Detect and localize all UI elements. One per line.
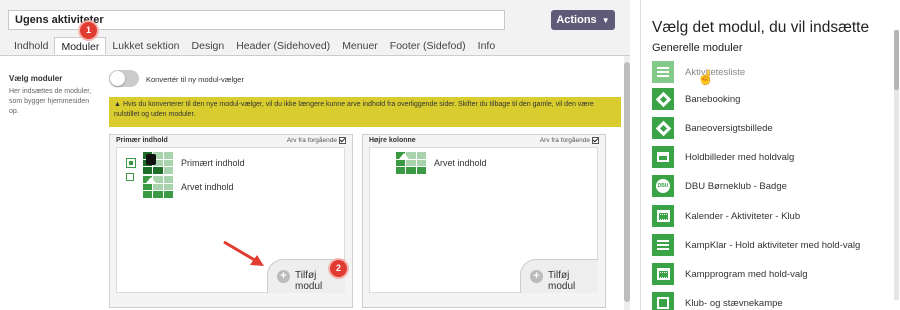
dbu-badge-icon: DBU <box>652 175 674 197</box>
module-option-klub-staevnekampe[interactable]: Klub- og stævnekampe <box>652 292 783 310</box>
module-option-label: Aktivitetesliste <box>685 66 746 78</box>
module-editor: Ugens aktiviteter Actions ▼ Indhold Modu… <box>0 0 630 310</box>
warning-icon: ▲ <box>114 101 121 108</box>
add-module-button[interactable]: + Tilføj modul <box>520 259 598 293</box>
warning-banner: ▲ Hvis du konverterer til den nye modul-v… <box>109 97 621 127</box>
calendar-icon <box>652 205 674 227</box>
column-title: Primær indhold <box>116 137 168 144</box>
tab-design[interactable]: Design <box>186 37 231 55</box>
module-inherited-content[interactable]: Arvet indhold <box>143 176 234 198</box>
list-icon <box>652 234 674 256</box>
module-option-label: Kampprogram med hold-valg <box>685 268 808 280</box>
editor-scroll-thumb[interactable] <box>624 62 630 302</box>
module-option-label: Banebooking <box>685 93 741 105</box>
panel-title: Vælg det modul, du vil indsætte <box>652 19 870 36</box>
calendar-icon <box>652 292 674 310</box>
panel-scroll-thumb[interactable] <box>894 30 899 90</box>
module-option-label: Baneoversigtsbillede <box>685 122 773 134</box>
step-badge-2: 2 <box>330 260 347 277</box>
actions-button[interactable]: Actions ▼ <box>551 10 615 30</box>
caret-down-icon: ▼ <box>601 16 610 25</box>
lock-icon <box>146 154 156 165</box>
select-handle-empty[interactable] <box>126 173 134 181</box>
module-option-kampklar[interactable]: KampKlar - Hold aktiviteter med hold-val… <box>652 234 860 256</box>
inherit-toggle[interactable]: Arv fra forgående <box>287 137 346 144</box>
module-option-label: DBU Børneklub - Badge <box>685 180 787 192</box>
inherit-checkbox[interactable] <box>592 137 599 144</box>
step-badge-1: 1 <box>80 22 97 39</box>
select-handle[interactable] <box>126 158 136 168</box>
module-option-baneoversigtsbillede[interactable]: Baneoversigtsbillede <box>652 117 773 139</box>
column-right: Højre kolonne Arv fra forgående Arvet in… <box>362 134 606 308</box>
inherit-arrow-grid-icon <box>396 152 426 174</box>
editor-tabs: Indhold Moduler Lukket sektion Design He… <box>8 37 501 55</box>
module-label: Primært indhold <box>181 158 245 168</box>
module-option-kampprogram[interactable]: Kampprogram med hold-valg <box>652 263 808 285</box>
module-option-kalender[interactable]: Kalender - Aktiviteter - Klub <box>652 205 800 227</box>
section-title: Vælg moduler <box>9 74 63 83</box>
locked-grid-icon <box>143 152 173 174</box>
court-map-icon <box>652 117 674 139</box>
module-inherited-content[interactable]: Arvet indhold <box>396 152 487 174</box>
up-arrow-icon <box>399 153 409 159</box>
add-module-label: Tilføj modul <box>548 270 576 292</box>
module-option-label: Holdbilleder med holdvalg <box>685 151 795 163</box>
module-picker-panel: Vælg det modul, du vil indsætte Generell… <box>640 0 900 310</box>
module-option-banebooking[interactable]: Banebooking <box>652 88 740 110</box>
inherit-checkbox[interactable] <box>339 137 346 144</box>
module-primary-content[interactable]: Primært indhold <box>143 152 245 174</box>
modules-content: Vælg moduler Her indsættes de moduler, s… <box>0 56 630 310</box>
list-icon <box>652 61 674 83</box>
section-description: Her indsættes de moduler, som bygger hje… <box>9 88 92 115</box>
tab-menuer[interactable]: Menuer <box>336 37 384 55</box>
tab-header[interactable]: Header (Sidehoved) <box>230 37 336 55</box>
convert-toggle-label: Konvertér til ny modul-vælger <box>146 75 244 84</box>
tab-indhold[interactable]: Indhold <box>8 37 54 55</box>
plus-icon: + <box>277 270 290 283</box>
annotation-arrow-icon <box>223 240 264 266</box>
image-icon <box>652 146 674 168</box>
tab-lukket-sektion[interactable]: Lukket sektion <box>106 37 185 55</box>
column-dropzone: Arvet indhold + Tilføj modul <box>369 147 598 293</box>
module-option-label: KampKlar - Hold aktiviteter med hold-val… <box>685 239 861 251</box>
module-option-holdbilleder[interactable]: Holdbilleder med holdvalg <box>652 146 794 168</box>
panel-subtitle: Generelle moduler <box>652 42 743 54</box>
module-label: Arvet indhold <box>434 158 487 168</box>
convert-toggle[interactable] <box>109 70 139 87</box>
module-option-label: Kalender - Aktiviteter - Klub <box>685 210 801 222</box>
column-title: Højre kolonne <box>369 137 416 144</box>
module-option-dbu-boerneklub[interactable]: DBU DBU Børneklub - Badge <box>652 175 787 197</box>
inherit-label: Arv fra forgående <box>286 137 337 145</box>
inherit-arrow-grid-icon <box>143 176 173 198</box>
warning-text: Hvis du konverterer til den nye modul-væ… <box>114 101 594 118</box>
hand-cursor-icon: ☝ <box>697 69 715 85</box>
actions-label: Actions <box>556 14 597 26</box>
up-arrow-icon <box>146 177 156 183</box>
calendar-icon <box>652 263 674 285</box>
plus-icon: + <box>530 270 543 283</box>
column-primary: Primær indhold Arv fra forgående Primært… <box>109 134 353 308</box>
inherit-toggle[interactable]: Arv fra forgående <box>540 137 599 144</box>
tab-info[interactable]: Info <box>472 37 502 55</box>
tab-footer[interactable]: Footer (Sidefod) <box>384 37 472 55</box>
inherit-label: Arv fra forgående <box>539 137 590 145</box>
court-icon <box>652 88 674 110</box>
module-label: Arvet indhold <box>181 182 234 192</box>
tab-moduler[interactable]: Moduler <box>54 37 107 55</box>
column-dropzone: Primært indhold Arvet indhold + Tilføj m… <box>116 147 345 293</box>
module-option-label: Klub- og stævnekampe <box>685 297 783 309</box>
toggle-knob <box>110 71 125 86</box>
